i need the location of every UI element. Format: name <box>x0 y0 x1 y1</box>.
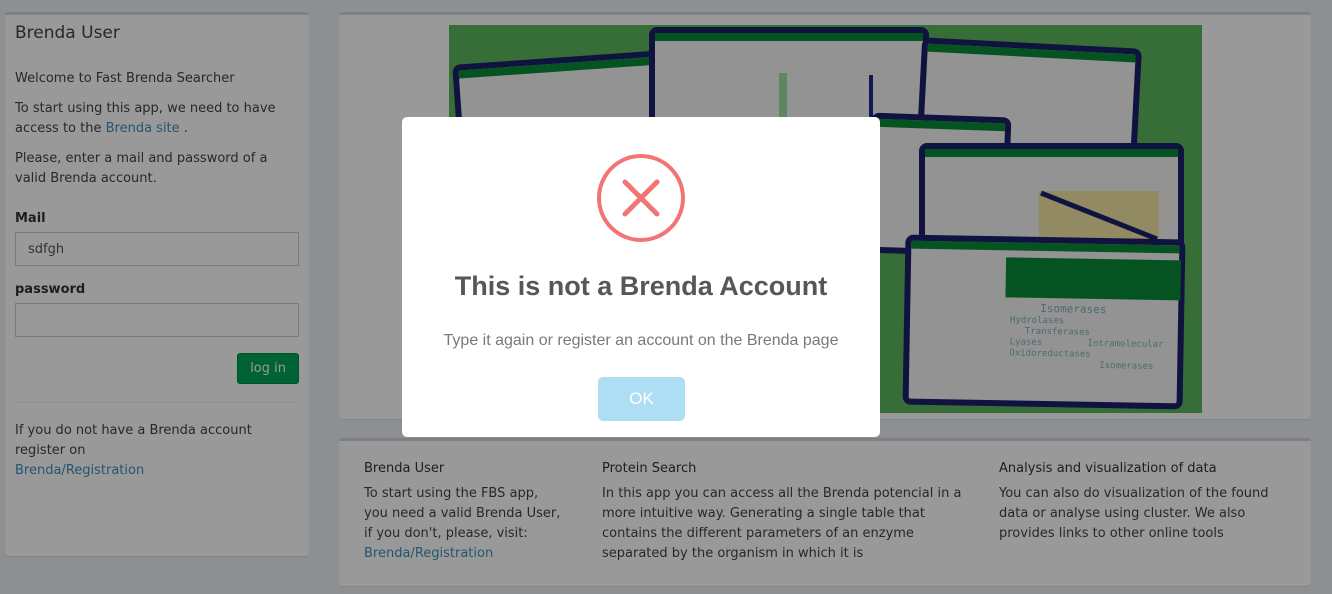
ok-button[interactable]: OK <box>598 377 685 421</box>
dialog-message: Type it again or register an account on … <box>443 332 839 349</box>
error-dialog: This is not a Brenda Account Type it aga… <box>402 117 880 437</box>
dialog-title: This is not a Brenda Account <box>454 271 828 301</box>
error-x-icon <box>597 154 685 242</box>
